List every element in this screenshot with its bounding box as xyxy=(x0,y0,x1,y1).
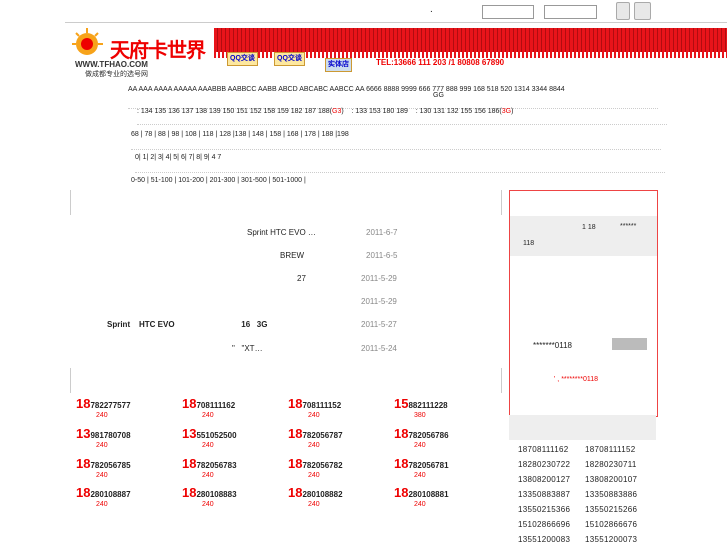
number-item[interactable]: 13981780708 240 xyxy=(76,426,176,449)
number-item[interactable]: 15882111228 380 xyxy=(394,396,494,419)
number-item[interactable]: 18280108881 240 xyxy=(394,485,494,508)
price-filter-links[interactable]: 0-50 | 51-100 | 101-200 | 201-300 | 301-… xyxy=(131,177,306,184)
price-filter-row: 0-50 | 51-100 | 101-200 | 201-300 | 301-… xyxy=(131,177,661,189)
featured-action-button[interactable] xyxy=(612,338,647,350)
number-item[interactable]: 18782056781 240 xyxy=(394,456,494,479)
divider xyxy=(70,368,71,393)
list-item[interactable]: 13550215266 xyxy=(585,505,637,514)
list-item[interactable]: 18708111152 xyxy=(585,445,635,454)
featured-line-1: 1 18 xyxy=(582,224,596,231)
divider xyxy=(70,190,71,215)
number-item[interactable]: 18708111162 240 xyxy=(182,396,282,419)
list-item[interactable]: 13551200083 xyxy=(518,535,570,544)
list-item[interactable]: 15102866676 xyxy=(585,520,637,529)
search-button[interactable] xyxy=(616,2,630,20)
news-date: 2011-5-24 xyxy=(361,344,397,353)
hot-number-list: 18708111162 18708111152 18280230722 1828… xyxy=(509,415,656,545)
number-item[interactable]: 18280108883 240 xyxy=(182,485,282,508)
list-item[interactable]: 18708111162 xyxy=(518,445,568,454)
list-item[interactable]: 13551200073 xyxy=(585,535,637,544)
login-button[interactable] xyxy=(634,2,651,20)
news-title[interactable]: Sprint HTC EVO … xyxy=(247,228,316,237)
number-item[interactable]: 18280108882 240 xyxy=(288,485,388,508)
featured-panel: 1 18 ****** 118 *******0118 ' , ********… xyxy=(509,190,658,417)
header-banner xyxy=(214,28,727,58)
number-item[interactable]: 18782056787 240 xyxy=(288,426,388,449)
news-date: 2011-6-5 xyxy=(366,251,398,260)
number-item[interactable]: 18708111152 240 xyxy=(288,396,388,419)
news-date: 2011-6-7 xyxy=(366,228,398,237)
logo-icon[interactable] xyxy=(69,28,105,60)
featured-note: ' , ********0118 xyxy=(554,376,599,383)
search-input-secondary[interactable] xyxy=(544,5,597,19)
news-date: 2011-5-29 xyxy=(361,297,397,306)
digit-filter-row: 0| 1| 2| 3| 4| 5| 6| 7| 8| 9| 4 7 xyxy=(135,154,665,173)
top-bar-dot: . xyxy=(430,4,433,15)
pattern-filter-row: AA AAA AAAA AAAAA AAABBB AABBCC AABB ABC… xyxy=(128,86,658,109)
logo-name[interactable]: 天府卡世界 xyxy=(110,34,206,63)
number-item[interactable]: 18782056782 240 xyxy=(288,456,388,479)
featured-panel-header: 1 18 ****** 118 xyxy=(510,216,657,256)
divider xyxy=(501,368,502,393)
site-header: 天府卡世界 WWW.TFHAO.COM 做成都专业的选号网 QQ交谈 QQ交谈 … xyxy=(65,22,727,78)
news-date: 2011-5-29 xyxy=(361,274,397,283)
phone-number: TEL:13666 111 203 /1 80808 67890 xyxy=(376,58,505,67)
number-item[interactable]: 18782277577 240 xyxy=(76,396,176,419)
pattern-filter-tail[interactable]: GG xyxy=(433,92,444,99)
tail-filter-row: 68 | 78 | 88 | 98 | 108 | 118 | 128 |138… xyxy=(131,131,661,150)
number-item[interactable]: 13551052500 240 xyxy=(182,426,282,449)
featured-masked-1: ****** xyxy=(620,223,637,230)
qq-chat-button-1[interactable]: QQ交谈 xyxy=(227,52,258,66)
prefix-links-mobile[interactable]: : 134 135 136 137 138 139 150 151 152 15… xyxy=(137,108,344,115)
list-item[interactable]: 18280230711 xyxy=(585,460,637,469)
search-input[interactable] xyxy=(482,5,534,19)
news-title[interactable]: Sprint HTC EVO 16 3G xyxy=(107,320,267,329)
news-date: 2011-5-27 xyxy=(361,320,397,329)
number-item[interactable]: 18280108887 240 xyxy=(76,485,176,508)
prefix-links-telecom[interactable]: : 133 153 180 189 xyxy=(351,108,407,115)
list-item[interactable]: 13350883887 xyxy=(518,490,570,499)
news-title[interactable]: 27 xyxy=(297,274,306,283)
hot-number-list-header xyxy=(509,415,656,440)
news-title[interactable]: BREW xyxy=(280,251,304,260)
list-item[interactable]: 13550215366 xyxy=(518,505,570,514)
list-item[interactable]: 15102866696 xyxy=(518,520,570,529)
logo-url: WWW.TFHAO.COM xyxy=(75,60,148,69)
qq-chat-button-2[interactable]: QQ交谈 xyxy=(274,52,305,66)
shop-button[interactable]: 实体店 xyxy=(325,58,352,72)
tail-filter-links[interactable]: 68 | 78 | 88 | 98 | 108 | 118 | 128 |138… xyxy=(131,131,349,138)
number-item[interactable]: 18782056786 240 xyxy=(394,426,494,449)
list-item[interactable]: 13808200107 xyxy=(585,475,637,484)
list-item[interactable]: 13808200127 xyxy=(518,475,570,484)
number-item[interactable]: 18782056783 240 xyxy=(182,456,282,479)
prefix-filter-row: : 134 135 136 137 138 139 150 151 152 15… xyxy=(137,108,667,125)
digit-filter-links[interactable]: 0| 1| 2| 3| 4| 5| 6| 7| 8| 9| 4 7 xyxy=(135,154,221,161)
logo-slogan: 做成都专业的选号网 xyxy=(85,71,148,78)
list-item[interactable]: 18280230722 xyxy=(518,460,570,469)
list-item[interactable]: 13350883886 xyxy=(585,490,637,499)
pattern-filter-links[interactable]: AA AAA AAAA AAAAA AAABBB AABBCC AABB ABC… xyxy=(128,86,565,93)
top-bar: . xyxy=(65,0,727,23)
number-item[interactable]: 18782056785 240 xyxy=(76,456,176,479)
featured-line-2: 118 xyxy=(523,240,535,247)
news-title[interactable]: " "XT… xyxy=(232,344,263,353)
featured-masked-number[interactable]: *******0118 xyxy=(533,341,572,350)
divider xyxy=(501,190,502,215)
prefix-links-unicom[interactable]: : 130 131 132 155 156 186(3G) xyxy=(416,108,514,115)
